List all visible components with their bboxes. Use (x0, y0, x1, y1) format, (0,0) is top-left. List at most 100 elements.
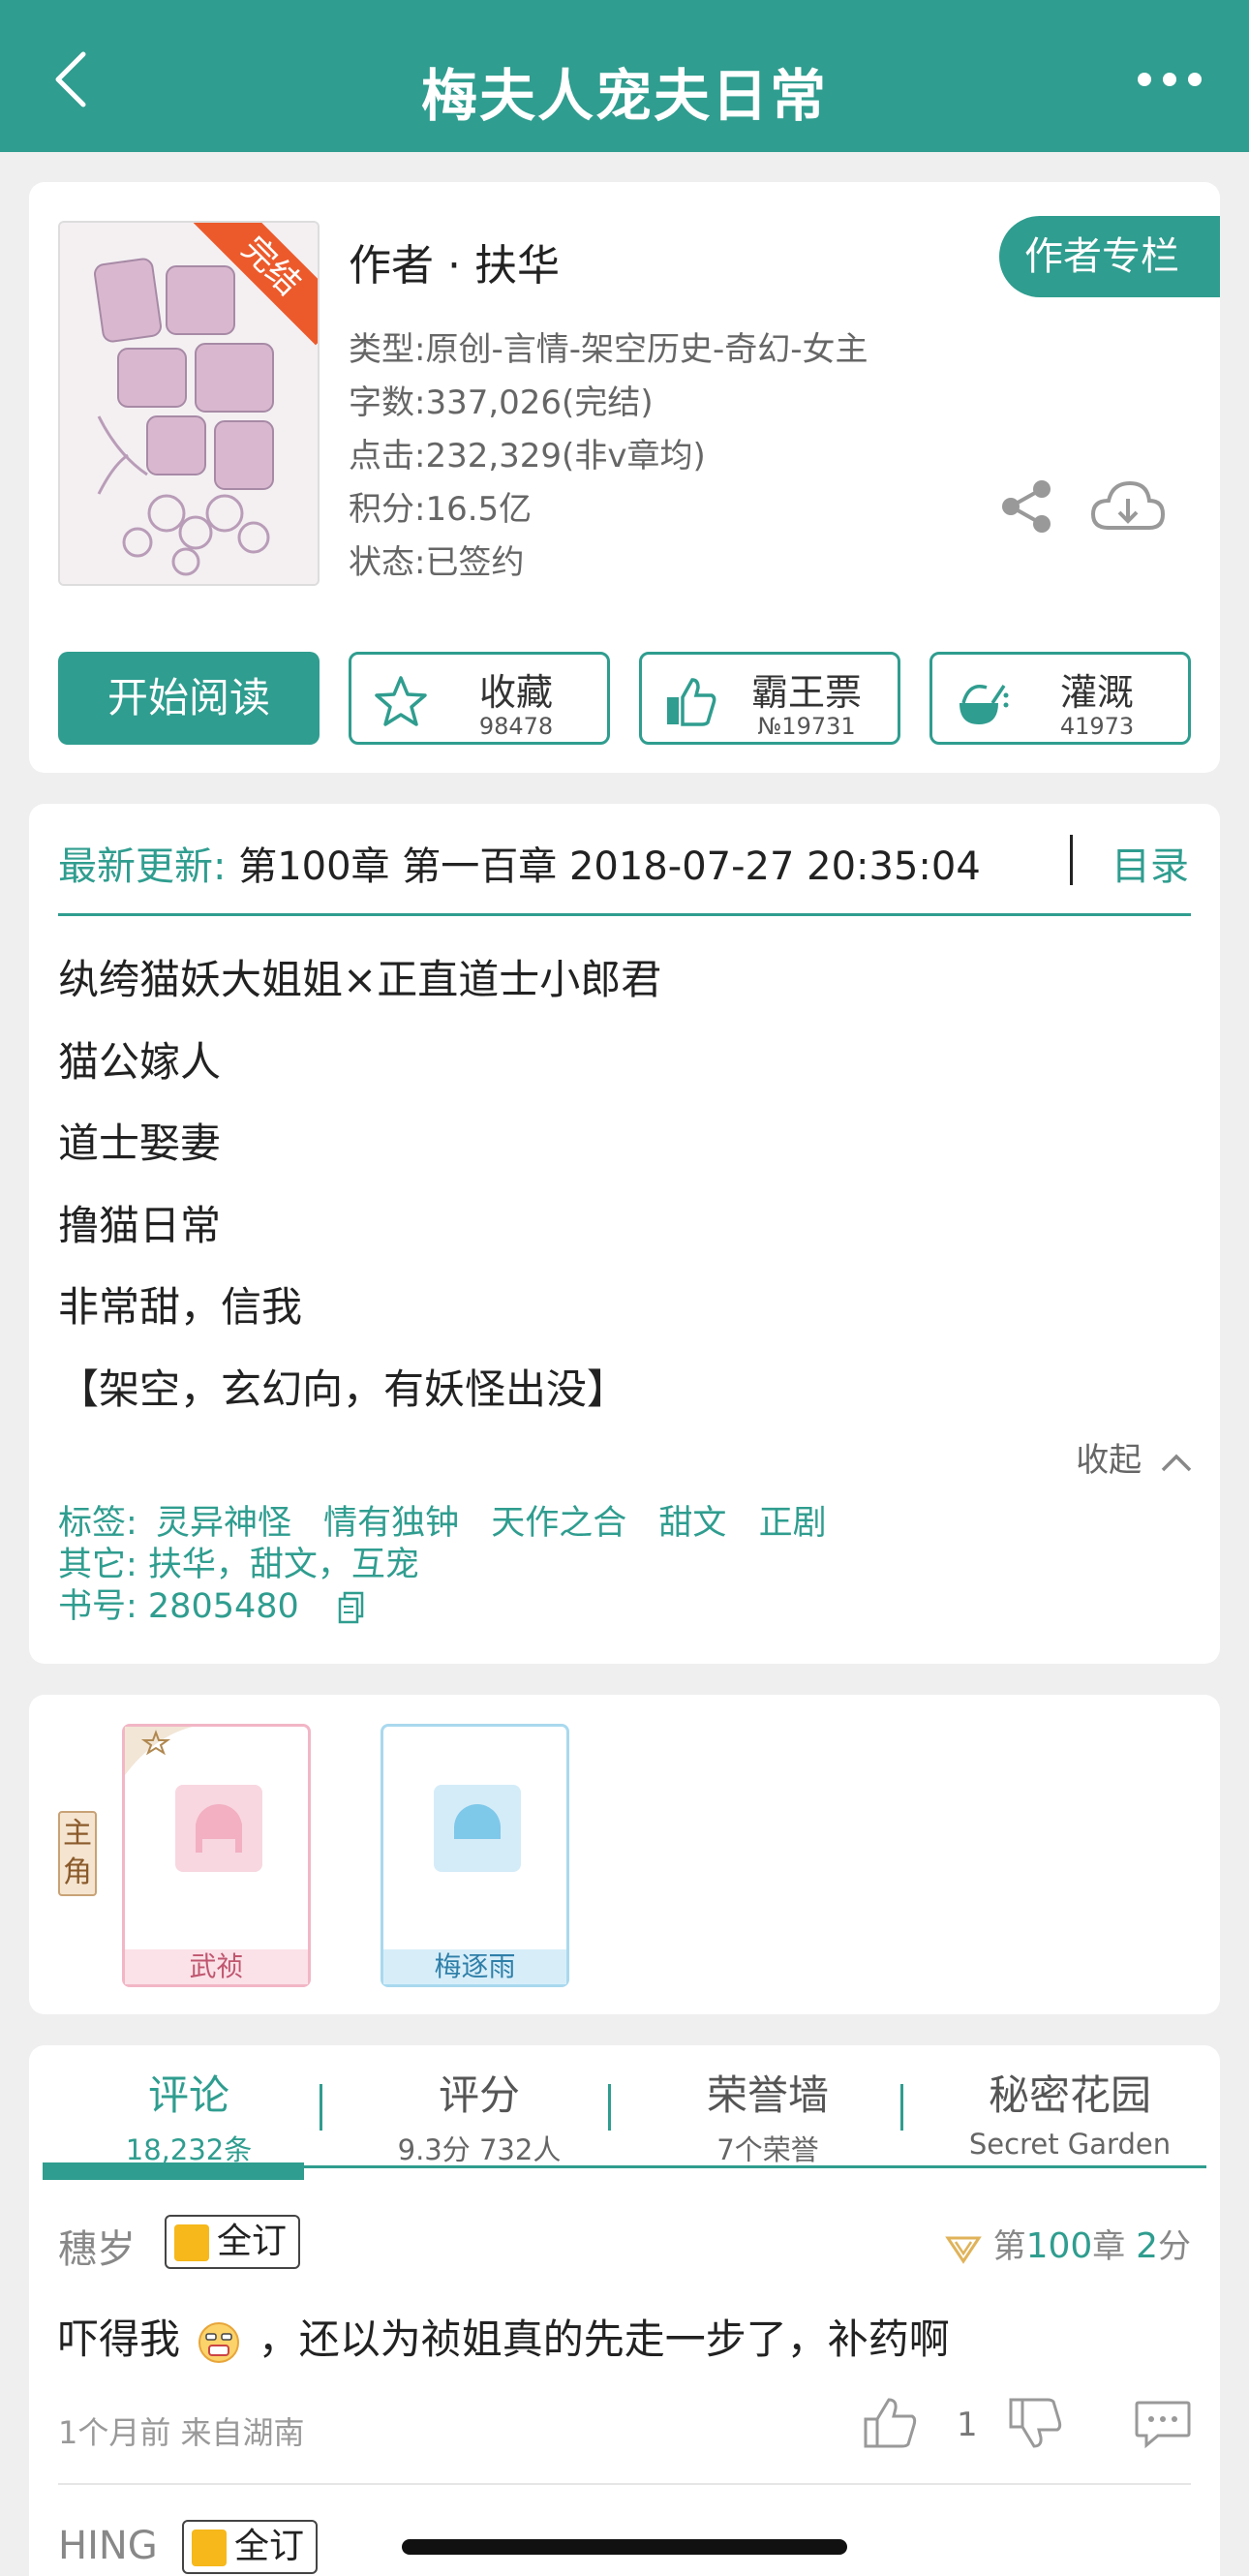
book-score: 积分:16.5亿 (349, 490, 533, 529)
book-info-card: 完结 作者 · 扶华 作者专栏 类型:原创-言情-架空历史-奇幻-女主 字数:3… (29, 182, 1220, 773)
synopsis: 纨绔猫妖大姐姐×正直道士小郎君 猫公嫁人 道士娶妻 撸猫日常 非常甜，信我 【架… (58, 939, 661, 1430)
tag-row: 标签: 灵异神怪 情有独钟 天作之合 甜文 正剧 (58, 1503, 848, 1545)
page-title: 梅夫人宠夫日常 (420, 63, 828, 129)
vote-label: 霸王票 (750, 671, 862, 714)
vip-diamond-icon (944, 2236, 982, 2264)
star-icon (375, 676, 427, 726)
tab-divider (320, 2084, 322, 2131)
favorite-count: 98478 (478, 713, 554, 740)
water-count: 41973 (1059, 713, 1135, 740)
character-card[interactable]: 梅逐雨 (381, 1724, 569, 1987)
tab-title: 秘密花园 (988, 2071, 1151, 2119)
comment-chapter: 第100章 2分 (944, 2220, 1191, 2267)
tab-honor-wall[interactable]: 荣誉墙 7个荣誉 (637, 2063, 899, 2168)
tags-label: 标签: (58, 1504, 137, 1543)
book-meta: 类型:原创-言情-架空历史-奇幻-女主 字数:337,026(完结) 点击:23… (349, 323, 868, 590)
synopsis-line: 纨绔猫妖大姐姐×正直道士小郎君 (58, 956, 662, 1003)
tag-link[interactable]: 甜文 (658, 1504, 726, 1543)
role-char: 角 (63, 1855, 92, 1889)
description-card: 最新更新: 第100章 第一百章 2018-07-27 20:35:04 目录 … (29, 804, 1220, 1664)
comment-meta: 1个月前 来自湖南 (58, 2414, 305, 2451)
badge-icon (192, 2530, 227, 2566)
avatar (434, 1785, 521, 1872)
tab-subtitle: Secret Garden (968, 2128, 1172, 2161)
badge-icon (174, 2224, 209, 2261)
comments-card: 评论 18,232条 评分 9.3分 732人 荣誉墙 7个荣誉 秘密花园 Se… (29, 2045, 1220, 2576)
synopsis-line: 道士娶妻 (58, 1119, 222, 1167)
role-char: 主 (63, 1817, 92, 1851)
protagonist-tag: 主 角 (58, 1811, 97, 1896)
reply-icon[interactable] (1133, 2399, 1193, 2449)
character-name: 武祯 (125, 1949, 308, 1984)
star-badge-icon (125, 1727, 193, 1775)
collapse-label: 收起 (1076, 1441, 1142, 1480)
author-column-button[interactable]: 作者专栏 (999, 216, 1220, 297)
tab-subtitle: 7个荣誉 (716, 2133, 819, 2166)
badge-label: 全订 (234, 2527, 305, 2566)
more-icon[interactable] (1131, 68, 1208, 91)
like-icon[interactable] (862, 2394, 920, 2452)
tab-active-indicator (43, 2162, 304, 2180)
tag-link[interactable]: 情有独钟 (323, 1504, 459, 1543)
avatar (175, 1785, 262, 1872)
book-id: 书号: 2805480 (58, 1587, 299, 1626)
catalog-link[interactable]: 目录 (1112, 835, 1189, 891)
vote-button[interactable]: 霸王票 №19731 (639, 652, 900, 745)
collapse-button[interactable]: 收起 (1076, 1433, 1193, 1481)
thumbs-up-icon (667, 678, 716, 726)
chevron-up-icon (1161, 1454, 1192, 1471)
other-tags: 其它: 扶华，甜文，互宠 (58, 1546, 419, 1584)
like-count: 1 (957, 2406, 978, 2444)
tag-section: 标签: 灵异神怪 情有独钟 天作之合 甜文 正剧 其它: 扶华，甜文，互宠 书号… (58, 1503, 848, 1628)
subscribe-badge: 全订 (182, 2520, 319, 2574)
book-genre: 类型:原创-言情-架空历史-奇幻-女主 (349, 330, 868, 369)
home-indicator (402, 2539, 847, 2555)
synopsis-line: 非常甜，信我 (58, 1283, 303, 1331)
tab-divider (900, 2084, 903, 2131)
latest-update[interactable]: 最新更新: 第100章 第一百章 2018-07-27 20:35:04 (58, 835, 981, 891)
synopsis-line: 【架空，玄幻向，有妖怪出没】 (58, 1365, 628, 1413)
tab-divider (608, 2084, 611, 2131)
copy-icon[interactable] (337, 1591, 366, 1624)
characters-card: 主 角 武祯 梅逐雨 (29, 1695, 1220, 2014)
divider (1070, 835, 1073, 885)
book-clicks: 点击:232,329(非v章均) (349, 437, 706, 475)
tab-title: 评分 (438, 2071, 520, 2119)
download-icon[interactable] (1089, 477, 1167, 536)
favorite-label: 收藏 (478, 671, 553, 714)
character-card[interactable]: 武祯 (122, 1724, 311, 1987)
subscribe-badge: 全订 (165, 2215, 301, 2269)
share-icon[interactable] (997, 477, 1055, 536)
comment-text: 吓得我 ，还以为祯姐真的先走一步了，补药啊 (58, 2315, 950, 2363)
water-button[interactable]: 灌溉 41973 (929, 652, 1191, 745)
character-name: 梅逐雨 (383, 1949, 566, 1984)
watering-can-icon (960, 685, 1009, 724)
book-id-row: 书号: 2805480 (58, 1586, 848, 1628)
vote-count: №19731 (757, 713, 856, 740)
tab-title: 荣誉墙 (706, 2071, 829, 2119)
book-state: 状态:已签约 (349, 543, 525, 582)
tab-subtitle: 9.3分 732人 (397, 2133, 562, 2166)
tab-secret-garden[interactable]: 秘密花园 Secret Garden (929, 2063, 1210, 2161)
dislike-icon[interactable] (1007, 2394, 1065, 2452)
tab-rating[interactable]: 评分 9.3分 732人 (349, 2063, 610, 2168)
water-label: 灌溉 (1059, 671, 1134, 714)
book-cover[interactable]: 完结 (58, 221, 320, 586)
tag-link[interactable]: 正剧 (759, 1504, 827, 1543)
badge-label: 全订 (217, 2222, 288, 2261)
divider (58, 2483, 1191, 2485)
favorite-button[interactable]: 收藏 98478 (349, 652, 610, 745)
tag-link[interactable]: 灵异神怪 (156, 1504, 291, 1543)
tag-link[interactable]: 天作之合 (491, 1504, 626, 1543)
author-name[interactable]: 作者 · 扶华 (349, 230, 560, 292)
latest-update-text: 第100章 第一百章 2018-07-27 20:35:04 (238, 844, 981, 889)
tab-title: 评论 (147, 2071, 229, 2119)
synopsis-line: 撸猫日常 (58, 1201, 222, 1249)
tab-comments[interactable]: 评论 18,232条 (58, 2063, 320, 2168)
start-reading-button[interactable]: 开始阅读 (58, 652, 320, 745)
book-words: 字数:337,026(完结) (349, 383, 654, 422)
comment-username[interactable]: HING (58, 2524, 158, 2568)
divider (58, 913, 1191, 916)
latest-update-label: 最新更新: (58, 844, 227, 889)
comment-username[interactable]: 穗岁 (58, 2218, 136, 2274)
